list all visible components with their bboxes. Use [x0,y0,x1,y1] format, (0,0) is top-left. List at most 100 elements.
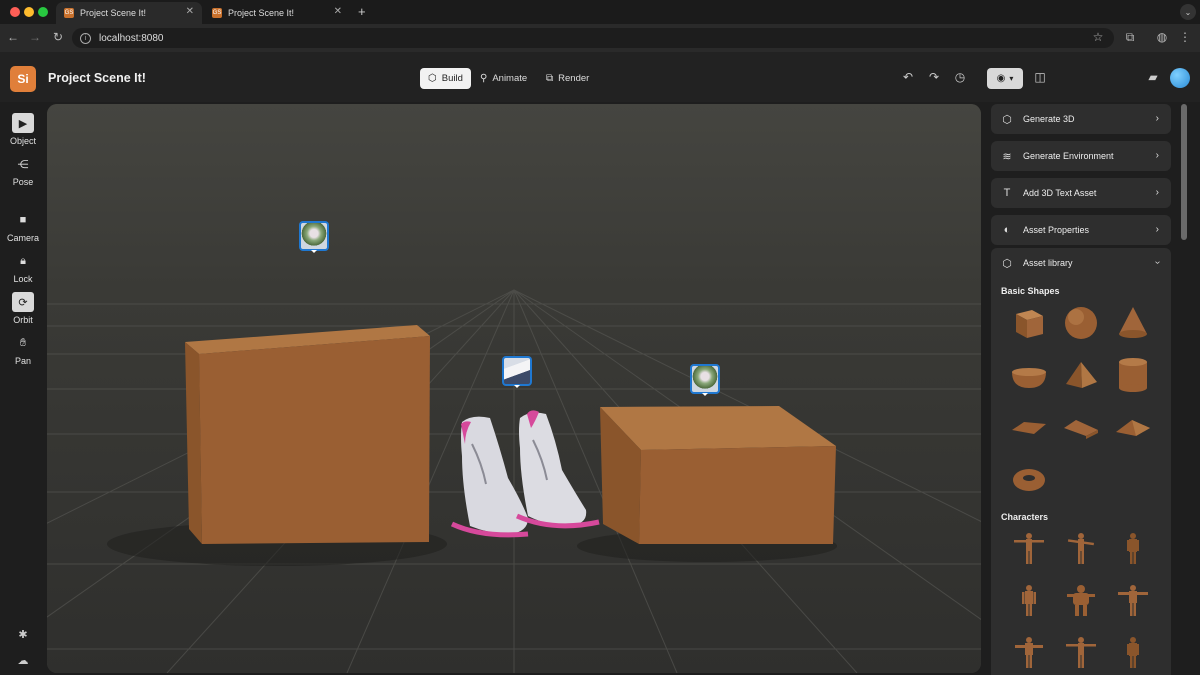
mode-label: Render [558,73,590,84]
bookmark-star-icon[interactable]: ☆ [1090,30,1106,44]
shape-pyramid[interactable] [1062,356,1100,394]
mode-render-button[interactable]: ⧉ Render [538,68,597,89]
project-title: Project Scene It! [48,71,146,85]
tool-orbit[interactable]: ⟳ Orbit [0,292,46,325]
chevron-down-icon: › [1151,260,1163,265]
chat-icon[interactable]: ▰ [1145,70,1161,84]
avatar[interactable] [1170,68,1190,88]
section-heading: Characters [1001,512,1049,522]
right-panel: ⬡ Generate 3D › ≋ Generate Environment ›… [991,104,1171,675]
shape-plane[interactable] [1010,408,1048,446]
mode-animate-button[interactable]: ⚲ Animate [472,68,535,89]
character-t-pose[interactable] [1011,530,1047,566]
card-label: Asset library [1023,258,1073,268]
scene-viewport[interactable] [47,104,981,673]
scene-sneakers[interactable] [450,410,600,538]
character-t-pose[interactable] [1063,634,1099,670]
shape-hemisphere[interactable] [1010,356,1048,394]
minimize-window-button[interactable] [24,7,34,17]
generate-environment-button[interactable]: ≋ Generate Environment › [991,141,1171,171]
maximize-window-button[interactable] [38,7,48,17]
character-t-pose[interactable] [1115,582,1151,618]
shape-torus[interactable] [1010,460,1048,498]
tool-label: Object [9,136,36,146]
shape-cylinder[interactable] [1114,356,1152,394]
close-tab-icon[interactable]: ✕ [186,6,194,17]
mode-build-button[interactable]: ⬡ Build [420,68,471,89]
shape-prism[interactable] [1114,408,1152,446]
tab-title: Project Scene It! [80,8,147,18]
box-icon: ⬡ [1002,257,1012,270]
history-icon[interactable]: ◷ [952,70,968,84]
scene-box-right[interactable] [600,406,836,544]
flower-thumbnail [692,366,718,392]
tool-pan[interactable]: ✋︎ Pan [0,333,46,367]
tool-camera[interactable]: ■ Camera [0,210,46,243]
generate-3d-button[interactable]: ⬡ Generate 3D › [991,104,1171,134]
profile-icon[interactable]: ◍ [1154,30,1170,44]
character-creature[interactable] [1063,582,1099,618]
cube-icon: ⬡ [428,73,437,84]
mode-label: Animate [492,73,528,84]
chevron-right-icon: › [1155,150,1159,161]
tool-label: Pan [14,356,31,366]
character-standing[interactable] [1115,634,1151,670]
close-tab-icon[interactable]: ✕ [334,6,342,17]
site-info-icon[interactable]: i [80,32,91,44]
asset-properties-button[interactable]: ◐ Asset Properties › [991,215,1171,245]
layers-icon: ≋ [1002,150,1012,163]
lock-icon: 🔒︎ [20,254,26,267]
visibility-dropdown[interactable]: ◉ ▾ [987,68,1023,89]
tool-label: Pose [12,177,34,187]
chevron-down-icon: ▾ [1009,74,1014,83]
card-label: Add 3D Text Asset [1023,188,1097,198]
back-icon[interactable]: ← [5,30,21,44]
character-t-pose[interactable] [1063,530,1099,566]
forward-icon[interactable]: → [27,30,43,44]
character-t-pose[interactable] [1011,634,1047,670]
instagram-icon[interactable]: ◫ [1032,70,1048,84]
shape-cone[interactable] [1114,304,1152,342]
asset-library-header[interactable]: ⬡ Asset library › [991,248,1171,278]
right-panel-scrollbar[interactable] [1181,104,1187,240]
card-label: Asset Properties [1023,225,1090,235]
orbit-icon: ⟳ [12,292,34,312]
new-tab-button[interactable]: + [358,4,366,19]
browser-menu-icon[interactable]: ⋮ [1177,30,1193,44]
browser-tab-active[interactable]: GS Project Scene It! ✕ [56,2,202,24]
redo-icon[interactable]: ↷ [926,70,942,84]
tool-lock[interactable]: 🔒︎ Lock [0,251,46,285]
palette-icon: ◐ [1003,224,1011,236]
asset-pin-flower[interactable] [299,221,329,253]
shape-sphere[interactable] [1062,304,1100,342]
extensions-icon[interactable]: ⧉ [1122,30,1138,45]
app-header: Si Project Scene It! ⬡ Build ⚲ Animate ⧉… [0,52,1200,102]
tab-search-icon[interactable]: ⌄ [1180,4,1196,20]
add-3d-text-asset-button[interactable]: T Add 3D Text Asset › [991,178,1171,208]
asset-pin-flower[interactable] [690,364,720,396]
url-text: localhost:8080 [99,32,164,44]
card-label: Generate Environment [1023,151,1114,161]
tool-label: Orbit [13,315,33,325]
undo-icon[interactable]: ↶ [900,70,916,84]
favicon-icon: GS [64,8,74,18]
close-window-button[interactable] [10,7,20,17]
character-standing[interactable] [1011,582,1047,618]
character-standing[interactable] [1115,530,1151,566]
text-3d-icon: T [1003,187,1011,199]
shape-cube[interactable] [1010,304,1048,342]
tool-object[interactable]: ▶ Object [0,113,46,146]
shape-wedge[interactable] [1062,408,1100,446]
address-bar[interactable]: i localhost:8080 [72,28,1114,48]
cloud-icon[interactable]: ☁ [15,654,31,667]
reload-icon[interactable]: ↻ [50,30,66,44]
bug-icon[interactable]: ✱ [15,628,31,641]
pose-icon: ⋲ [17,158,29,171]
browser-tab[interactable]: GS Project Scene It! ✕ [204,2,350,24]
scene-box-large[interactable] [185,325,430,544]
chevron-right-icon: › [1155,113,1159,124]
asset-pin-sneaker[interactable] [502,356,532,388]
tool-pose[interactable]: ⋲ Pose [0,154,46,188]
tool-label: Camera [6,233,39,243]
browser-tab-bar: GS Project Scene It! ✕ GS Project Scene … [0,0,1200,24]
